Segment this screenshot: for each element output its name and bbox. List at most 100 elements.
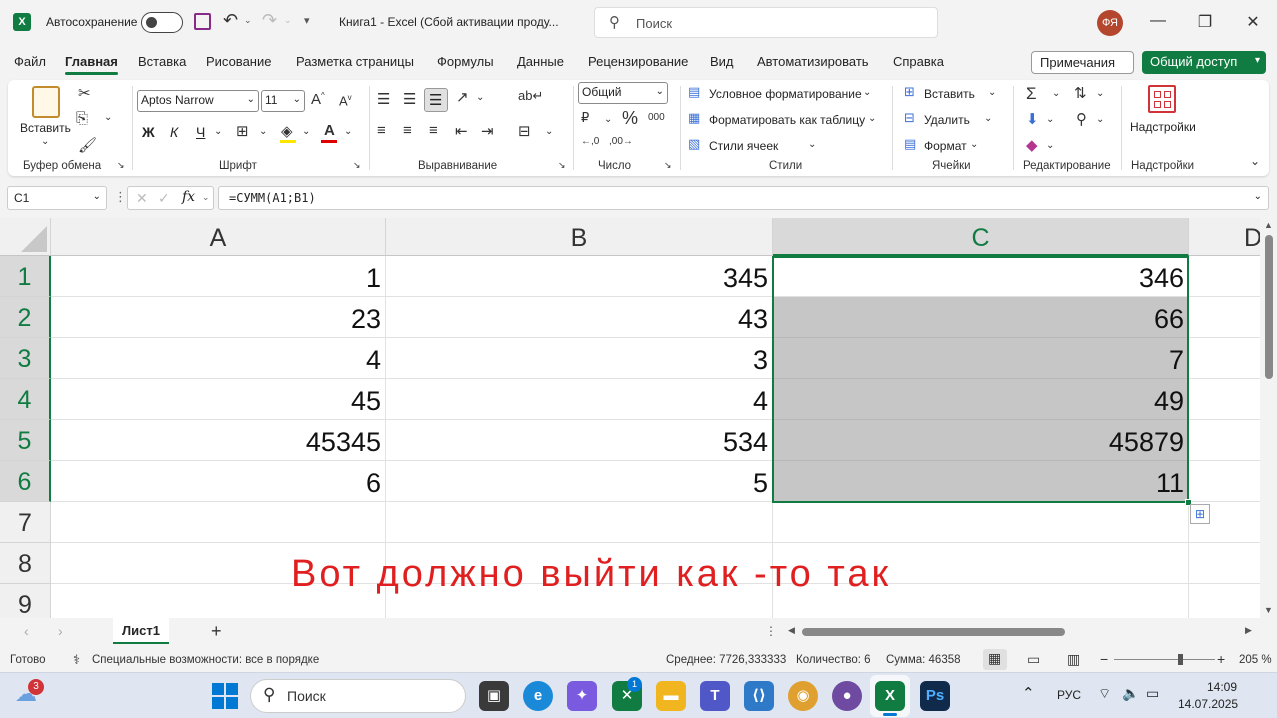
cell-c1[interactable]: 346 [773, 256, 1189, 297]
column-header-a[interactable]: A [51, 218, 386, 256]
file-explorer-icon[interactable]: ▬ [656, 681, 686, 711]
teams-icon[interactable]: T [700, 681, 730, 711]
language-indicator[interactable]: РУС [1057, 688, 1081, 702]
cut-icon[interactable]: ✂ [78, 84, 91, 102]
cell-c3[interactable]: 7 [773, 338, 1189, 379]
format-cells-icon[interactable]: ▤ [904, 136, 916, 152]
cell-b4[interactable]: 4 [386, 379, 773, 420]
thousands-separator-icon[interactable]: 000 [648, 112, 665, 123]
chevron-down-icon[interactable]: ⌄ [970, 139, 978, 150]
photoshop-icon[interactable]: Ps [920, 681, 950, 711]
wrap-text-icon[interactable]: ab↵ [518, 88, 543, 104]
autosum-icon[interactable]: Σ [1026, 84, 1037, 104]
zoom-slider-thumb[interactable] [1178, 654, 1183, 665]
row-header-6[interactable]: 6 [0, 461, 51, 502]
font-size-select[interactable]: 11 ⌄ [261, 90, 305, 112]
taskbar-search[interactable]: ⚲ Поиск [250, 679, 466, 713]
sort-filter-icon[interactable]: ⇅ [1074, 84, 1087, 102]
cell-b6[interactable]: 5 [386, 461, 773, 502]
paste-label[interactable]: Вставить [20, 121, 71, 135]
chevron-down-icon[interactable]: ⌄ [1096, 114, 1104, 125]
restore-icon[interactable]: ❐ [1190, 12, 1220, 32]
align-top-icon[interactable]: ☰ [377, 90, 390, 108]
column-header-b[interactable]: B [386, 218, 773, 256]
clock-date[interactable]: 14.07.2025 [1178, 697, 1238, 711]
undo-icon[interactable]: ↶ [223, 10, 238, 31]
tab-home[interactable]: Главная [65, 54, 118, 75]
edge-icon[interactable]: e [523, 681, 553, 711]
accessibility-icon[interactable]: ⚕ [73, 652, 80, 668]
dialog-launcher-icon[interactable]: ↘ [353, 160, 361, 171]
insert-function-button[interactable]: fx [182, 189, 195, 205]
cell-a3[interactable]: 4 [51, 338, 386, 379]
tab-formulas[interactable]: Формулы [437, 54, 494, 69]
cell-c2[interactable]: 66 [773, 297, 1189, 338]
name-box[interactable]: C1 ⌄ [7, 186, 107, 210]
chevron-down-icon[interactable]: ▾ [1255, 55, 1260, 66]
chevron-down-icon[interactable]: ⌄ [302, 126, 310, 137]
vertical-scroll-thumb[interactable] [1265, 235, 1273, 379]
customize-qat-icon[interactable]: ▾ [304, 14, 310, 27]
chevron-down-icon[interactable]: ⌄ [545, 126, 553, 137]
vertical-scrollbar[interactable]: ▲ ▼ [1261, 218, 1277, 618]
row-header-3[interactable]: 3 [0, 338, 51, 379]
align-right-icon[interactable]: ≡ [429, 122, 438, 139]
cell-a5[interactable]: 45345 [51, 420, 386, 461]
zoom-in-icon[interactable]: + [1217, 651, 1225, 667]
delete-cells-icon[interactable]: ⊟ [904, 110, 915, 126]
underline-button[interactable]: Ч [196, 124, 205, 140]
delete-cells-button[interactable]: Удалить [924, 113, 970, 127]
dialog-launcher-icon[interactable]: ↘ [558, 160, 566, 171]
cell-b7[interactable] [386, 502, 773, 543]
chevron-down-icon[interactable]: ⌄ [1052, 88, 1060, 99]
tab-file[interactable]: Файл [14, 54, 46, 69]
cell-c6[interactable]: 11 [773, 461, 1189, 502]
excel-taskbar-button[interactable]: X [870, 675, 910, 717]
tab-help[interactable]: Справка [893, 54, 944, 69]
search-box[interactable]: ⚲ Поиск [594, 7, 938, 38]
tab-insert[interactable]: Вставка [138, 54, 186, 69]
volume-icon[interactable]: 🔈 [1122, 685, 1139, 702]
add-sheet-icon[interactable]: + [211, 621, 222, 642]
chevron-down-icon[interactable]: ⌄ [1046, 114, 1054, 125]
accessibility-status[interactable]: Специальные возможности: все в порядке [92, 654, 319, 666]
notes-button[interactable]: Примечания [1031, 51, 1134, 74]
cell-d3[interactable] [1189, 338, 1260, 379]
tab-automate[interactable]: Автоматизировать [757, 54, 869, 69]
task-view-icon[interactable]: ▣ [479, 681, 509, 711]
conditional-formatting-icon[interactable]: ▤ [688, 84, 700, 100]
page-layout-view-icon[interactable]: ▭ [1027, 651, 1040, 668]
font-name-select[interactable]: Aptos Narrow ⌄ [137, 90, 259, 112]
scroll-left-icon[interactable]: ◀ [788, 625, 795, 636]
status-sum[interactable]: Сумма: 46358 [886, 654, 961, 666]
insert-cells-icon[interactable]: ⊞ [904, 84, 915, 100]
decrease-font-icon[interactable]: Av [339, 93, 352, 108]
cell-styles-icon[interactable]: ▧ [688, 136, 700, 152]
scroll-right-icon[interactable]: ▶ [1245, 625, 1252, 636]
cell-d1[interactable] [1189, 256, 1260, 297]
normal-view-button[interactable]: ▦ [983, 649, 1007, 670]
status-count[interactable]: Количество: 6 [796, 654, 871, 666]
chevron-down-icon[interactable]: ⌄ [984, 113, 992, 124]
sheet-next-icon[interactable]: › [58, 623, 63, 639]
vscode-icon[interactable]: ⟨⟩ [744, 681, 774, 711]
tab-data[interactable]: Данные [517, 54, 564, 69]
tab-page-layout[interactable]: Разметка страницы [296, 54, 414, 69]
increase-decimal-icon[interactable]: ←,0 [581, 136, 599, 147]
chevron-down-icon[interactable]: ⌄ [344, 126, 352, 137]
zoom-out-icon[interactable]: − [1100, 651, 1108, 667]
chevron-down-icon[interactable]: ⌄ [868, 113, 876, 124]
format-cells-button[interactable]: Формат [924, 139, 967, 153]
format-as-table-button[interactable]: Форматировать как таблицу [709, 113, 865, 127]
autosave-toggle[interactable] [141, 12, 183, 33]
chevron-down-icon[interactable]: ⌄ [604, 114, 612, 125]
confirm-icon[interactable]: ✓ [158, 190, 170, 207]
dialog-launcher-icon[interactable]: ↘ [664, 160, 672, 171]
cell-b3[interactable]: 3 [386, 338, 773, 379]
currency-icon[interactable]: ₽ [581, 110, 589, 126]
cell-d2[interactable] [1189, 297, 1260, 338]
cell-d6[interactable] [1189, 461, 1260, 502]
wifi-icon[interactable]: ⌔ [1098, 685, 1111, 703]
column-header-d[interactable]: D [1189, 218, 1260, 256]
chrome-icon[interactable]: ◉ [788, 681, 818, 711]
